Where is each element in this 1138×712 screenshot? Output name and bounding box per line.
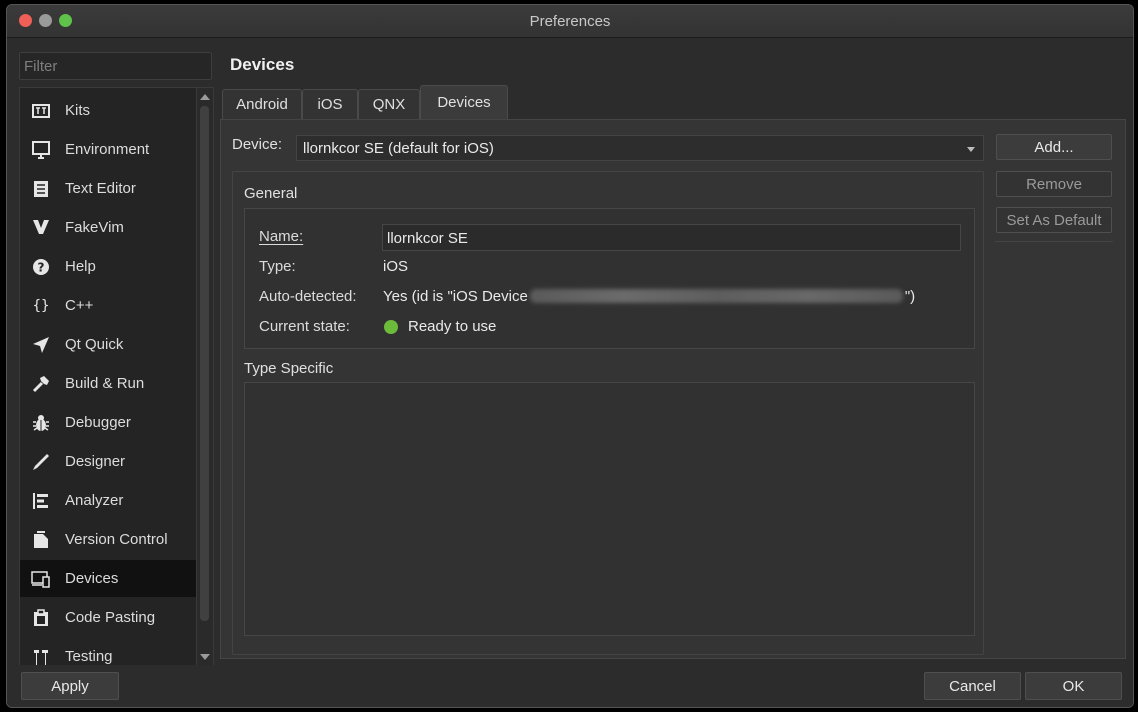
auto-detected-prefix: Yes (id is "iOS Device	[383, 288, 528, 305]
auto-detected-suffix: ")	[904, 288, 916, 305]
sidebar-item-kits[interactable]: Kits	[20, 92, 196, 129]
apply-button[interactable]: Apply	[21, 672, 119, 700]
scroll-up-arrow-icon[interactable]	[200, 94, 210, 100]
sidebar-item-label: Help	[65, 258, 96, 275]
sidebar-item-label: Analyzer	[65, 492, 124, 509]
device-select-value: llornkcor SE (default for iOS)	[303, 140, 494, 157]
divider	[995, 241, 1113, 242]
page-title: Devices	[230, 55, 295, 74]
cancel-button[interactable]: Cancel	[924, 672, 1021, 700]
sidebar-item-designer[interactable]: Designer	[20, 443, 196, 480]
current-state-label: Current state:	[259, 318, 350, 335]
qt-quick-icon	[31, 335, 51, 355]
sidebar-item-label: Build & Run	[65, 375, 145, 392]
sidebar-item-label: Designer	[65, 453, 126, 470]
current-state-value: Ready to use	[408, 318, 497, 335]
scroll-down-arrow-icon[interactable]	[200, 654, 210, 660]
sidebar-item-build-run[interactable]: Build & Run	[20, 365, 196, 402]
sidebar-item-testing[interactable]: Testing	[20, 638, 196, 667]
devices-icon	[31, 569, 51, 589]
type-value: iOS	[383, 258, 409, 275]
text-editor-icon	[31, 179, 51, 199]
monitor-icon	[31, 140, 51, 160]
sidebar-item-label: Debugger	[65, 414, 131, 431]
type-specific-group	[244, 382, 975, 636]
fakevim-icon	[31, 218, 51, 238]
sidebar-item-label: C++	[65, 297, 94, 314]
remove-button[interactable]: Remove	[996, 171, 1112, 197]
scrollbar-thumb[interactable]	[200, 106, 209, 621]
title-bar: Preferences	[7, 5, 1133, 38]
sidebar-item-label: FakeVim	[65, 219, 124, 236]
sidebar-item-version-control[interactable]: Version Control	[20, 521, 196, 558]
tab-ios[interactable]: iOS	[302, 89, 358, 119]
sidebar-item-debugger[interactable]: Debugger	[20, 404, 196, 441]
sidebar-item-environment[interactable]: Environment	[20, 131, 196, 168]
name-input[interactable]: llornkcor SE	[382, 224, 961, 251]
filter-input[interactable]: Filter	[19, 52, 212, 80]
chevron-down-icon	[967, 147, 975, 152]
tab-devices[interactable]: Devices	[420, 85, 508, 119]
preferences-window: Preferences Filter Kits Environment Text…	[6, 4, 1134, 708]
general-group-title: General	[244, 185, 298, 202]
help-icon: ?	[31, 257, 51, 277]
svg-text:?: ?	[38, 260, 45, 274]
hammer-icon	[31, 374, 51, 394]
testing-icon	[31, 647, 51, 667]
status-indicator-dot	[384, 320, 398, 334]
redacted-device-id	[529, 288, 903, 303]
sidebar-item-code-pasting[interactable]: Code Pasting	[20, 599, 196, 636]
ok-button[interactable]: OK	[1025, 672, 1122, 700]
sidebar-scrollbar[interactable]	[196, 88, 213, 666]
auto-detected-value: Yes (id is "iOS Device ")	[383, 288, 915, 306]
sidebar-item-qt-quick[interactable]: Qt Quick	[20, 326, 196, 363]
sidebar-item-fakevim[interactable]: FakeVim	[20, 209, 196, 246]
type-specific-group-title: Type Specific	[244, 360, 334, 377]
analyzer-icon	[31, 491, 51, 511]
tab-android[interactable]: Android	[222, 89, 302, 119]
button-bar: Apply Cancel OK	[7, 665, 1133, 707]
sidebar-item-label: Kits	[65, 102, 91, 119]
version-control-icon	[31, 530, 51, 550]
sidebar-item-cpp[interactable]: {} C++	[20, 287, 196, 324]
sidebar-item-label: Text Editor	[65, 180, 136, 197]
sidebar-item-text-editor[interactable]: Text Editor	[20, 170, 196, 207]
kits-icon	[31, 101, 51, 121]
clipboard-icon	[31, 608, 51, 628]
type-label: Type:	[259, 258, 296, 275]
device-label: Device:	[232, 136, 283, 153]
sidebar-item-help[interactable]: ? Help	[20, 248, 196, 285]
name-label: Name:	[259, 228, 304, 245]
bug-icon	[31, 413, 51, 433]
sidebar-item-label: Devices	[65, 570, 119, 587]
cpp-braces-icon: {}	[32, 297, 50, 314]
sidebar-item-label: Qt Quick	[65, 336, 124, 353]
auto-detected-label: Auto-detected:	[259, 288, 357, 305]
category-sidebar: Kits Environment Text Editor FakeVim ? H…	[19, 87, 214, 667]
pen-icon	[31, 452, 51, 472]
sidebar-item-devices[interactable]: Devices	[20, 560, 196, 597]
sidebar-item-analyzer[interactable]: Analyzer	[20, 482, 196, 519]
add-button[interactable]: Add...	[996, 134, 1112, 160]
sidebar-item-label: Environment	[65, 141, 150, 158]
tab-qnx[interactable]: QNX	[358, 89, 420, 119]
device-select[interactable]: llornkcor SE (default for iOS)	[296, 135, 984, 161]
set-as-default-button[interactable]: Set As Default	[996, 207, 1112, 233]
sidebar-item-label: Code Pasting	[65, 609, 156, 626]
window-title: Preferences	[529, 13, 611, 30]
sidebar-item-label: Version Control	[65, 531, 168, 548]
sidebar-item-label: Testing	[65, 648, 113, 665]
